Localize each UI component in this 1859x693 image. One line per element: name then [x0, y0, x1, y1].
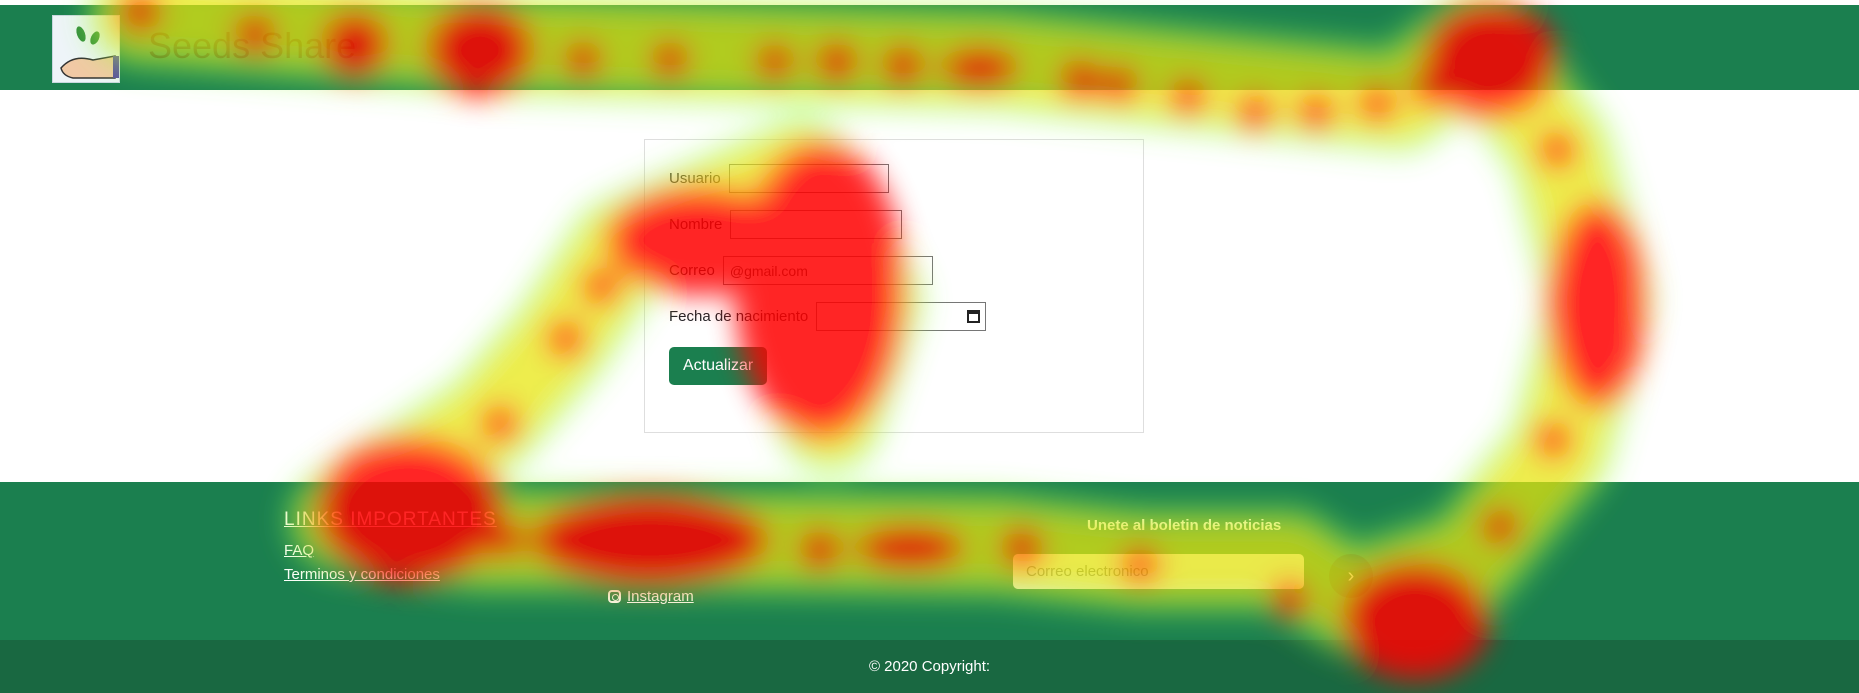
- fecha-row: Fecha de nacimiento: [669, 302, 987, 331]
- nombre-label: Nombre: [669, 216, 723, 233]
- usuario-input[interactable]: [728, 164, 889, 193]
- nombre-row: Nombre: [669, 210, 903, 239]
- instagram-label: Instagram: [627, 588, 694, 605]
- fecha-label: Fecha de nacimiento: [669, 308, 809, 325]
- hand-with-leaves-icon: [60, 26, 119, 79]
- newsletter-title: Unete al boletin de noticias: [1087, 517, 1282, 534]
- site-footer: LINKS IMPORTANTES FAQ Terminos y condici…: [0, 482, 1859, 640]
- fecha-input[interactable]: [816, 302, 987, 331]
- logo[interactable]: [52, 15, 120, 83]
- newsletter-submit-button[interactable]: ›: [1329, 554, 1373, 598]
- profile-form-card: Usuario Nombre Correo Fecha de nacimient…: [644, 139, 1144, 433]
- faq-link[interactable]: FAQ: [284, 542, 314, 559]
- site-header: Seeds Share: [0, 5, 1859, 90]
- correo-input[interactable]: [722, 256, 933, 285]
- links-title: LINKS IMPORTANTES: [284, 509, 497, 530]
- copyright-text: © 2020 Copyright:: [868, 658, 991, 675]
- page: Seeds Share Usuario Nombre Correo Fecha …: [0, 0, 1859, 693]
- copyright-bar: © 2020 Copyright:: [0, 640, 1859, 693]
- correo-row: Correo: [669, 256, 933, 285]
- correo-label: Correo: [669, 262, 715, 279]
- instagram-link[interactable]: Instagram: [608, 588, 694, 605]
- nombre-input[interactable]: [730, 210, 903, 239]
- instagram-icon: [608, 590, 621, 603]
- chevron-right-icon: ›: [1347, 564, 1355, 587]
- usuario-label: Usuario: [669, 170, 721, 187]
- brand-name[interactable]: Seeds Share: [148, 25, 356, 67]
- update-button[interactable]: Actualizar: [669, 347, 768, 385]
- usuario-row: Usuario: [669, 164, 889, 193]
- newsletter-email-input[interactable]: [1013, 554, 1304, 589]
- terms-link[interactable]: Terminos y condiciones: [284, 566, 440, 583]
- fecha-field: [816, 302, 987, 331]
- calendar-icon[interactable]: [967, 310, 981, 323]
